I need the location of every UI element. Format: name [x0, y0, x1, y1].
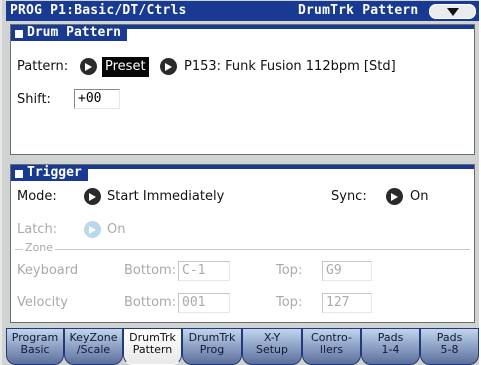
arrow-right-icon: [89, 192, 96, 201]
sync-label: Sync:: [331, 189, 367, 204]
velocity-bottom-field: 001: [178, 293, 230, 313]
zone-group-frame: [15, 249, 470, 321]
tab-label-line2: 5-8: [440, 343, 459, 356]
keyboard-top-field: G9: [322, 261, 372, 281]
tab-drumtrk-pattern[interactable]: DrumTrk Pattern: [123, 328, 182, 365]
tab-label-line2: Basic: [20, 343, 50, 356]
tab-label-line2: Setup: [255, 343, 289, 356]
pattern-name-value[interactable]: P153: Funk Fusion 112bpm [Std]: [184, 59, 396, 74]
trigger-panel: Trigger Mode: Start Immediately Sync: On…: [10, 164, 475, 323]
arrow-right-icon: [391, 192, 398, 201]
keyboard-bottom-field: C-1: [178, 261, 230, 281]
latch-label: Latch:: [17, 222, 58, 237]
tab-label-line2: /Scale: [76, 343, 111, 356]
page-menu-button[interactable]: [429, 4, 476, 19]
program-drum-track-pattern-screen: PROG P1:Basic/DT/Ctrls DrumTrk Pattern D…: [0, 0, 479, 365]
chevron-down-icon: [446, 7, 459, 16]
shift-field[interactable]: +00: [74, 89, 120, 109]
page-title: PROG P1:Basic/DT/Ctrls: [10, 3, 187, 18]
zone-group-label: Zone: [23, 241, 56, 254]
tab-label-line2: Pattern: [132, 343, 173, 356]
page-header: PROG P1:Basic/DT/Ctrls DrumTrk Pattern: [6, 1, 479, 21]
velocity-top-field: 127: [322, 293, 372, 313]
shift-label: Shift:: [17, 92, 51, 107]
tab-label-line2: llers: [319, 343, 344, 356]
tab-xy-setup[interactable]: X-Y Setup: [242, 328, 302, 365]
trigger-section-title: Trigger: [11, 165, 88, 181]
tab-program-basic[interactable]: Program Basic: [6, 328, 64, 365]
tab-pads-5-8[interactable]: Pads 5-8: [420, 328, 479, 365]
velocity-label: Velocity: [17, 295, 68, 310]
keyboard-label: Keyboard: [17, 263, 79, 278]
mode-value[interactable]: Start Immediately: [107, 189, 224, 204]
arrow-right-icon: [165, 62, 172, 71]
tab-label-line2: 1-4: [381, 343, 400, 356]
velocity-bottom-label: Bottom:: [124, 295, 177, 310]
mode-popup-button[interactable]: [84, 188, 101, 205]
drum-pattern-panel: Drum Pattern Pattern: Preset P153: Funk …: [10, 24, 475, 155]
tab-pads-1-4[interactable]: Pads 1-4: [361, 328, 420, 365]
tab-keyzone-scale[interactable]: KeyZone /Scale: [64, 328, 123, 365]
pattern-bank-popup-button[interactable]: [80, 58, 97, 75]
tab-drumtrk-prog[interactable]: DrumTrk Prog: [182, 328, 242, 365]
arrow-right-icon: [85, 62, 92, 71]
pattern-select-popup-button[interactable]: [160, 58, 177, 75]
pattern-label: Pattern:: [17, 59, 69, 74]
arrow-right-icon: [89, 225, 96, 234]
velocity-top-label: Top:: [276, 295, 303, 310]
latch-popup-button: [84, 221, 101, 238]
sync-popup-button[interactable]: [386, 188, 403, 205]
mode-label: Mode:: [17, 189, 57, 204]
page-subtitle: DrumTrk Pattern: [298, 3, 419, 18]
latch-value: On: [107, 222, 126, 237]
pattern-bank-value[interactable]: Preset: [102, 57, 149, 77]
keyboard-bottom-label: Bottom:: [124, 263, 177, 278]
keyboard-top-label: Top:: [276, 263, 303, 278]
tab-controllers[interactable]: Contro- llers: [302, 328, 361, 365]
sync-value[interactable]: On: [410, 189, 428, 204]
page-tab-bar: Program Basic KeyZone /Scale DrumTrk Pat…: [6, 328, 479, 365]
tab-label-line2: Prog: [199, 343, 225, 356]
drum-pattern-section-title: Drum Pattern: [11, 25, 127, 41]
